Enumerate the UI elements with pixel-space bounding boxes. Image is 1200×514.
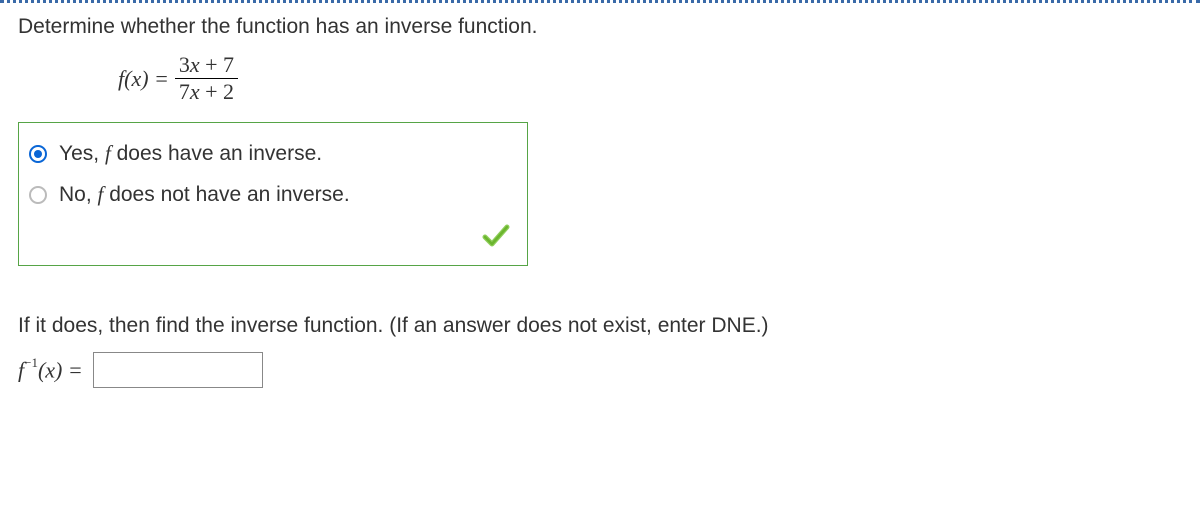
inverse-answer-input[interactable] (93, 352, 263, 388)
formula-fraction: 3x + 7 7x + 2 (175, 53, 238, 104)
checkmark-icon (481, 223, 511, 249)
inverse-answer-row: f−1(x) = (18, 352, 1182, 388)
correct-indicator (29, 223, 511, 255)
multiple-choice-box: Yes, f does have an inverse. No, f does … (18, 122, 528, 266)
inverse-label: f−1(x) = (18, 357, 83, 383)
function-formula: f(x) = 3x + 7 7x + 2 (118, 53, 1182, 104)
option-no-label: No, f does not have an inverse. (59, 182, 350, 207)
option-yes-row[interactable]: Yes, f does have an inverse. (29, 141, 511, 166)
fraction-denominator: 7x + 2 (175, 78, 238, 104)
radio-no[interactable] (29, 186, 47, 204)
part2-prompt: If it does, then find the inverse functi… (18, 314, 1182, 338)
radio-yes[interactable] (29, 145, 47, 163)
question-prompt: Determine whether the function has an in… (18, 15, 1182, 39)
option-yes-label: Yes, f does have an inverse. (59, 141, 322, 166)
question-container: Determine whether the function has an in… (0, 3, 1200, 408)
fraction-numerator: 3x + 7 (175, 53, 238, 78)
option-no-row[interactable]: No, f does not have an inverse. (29, 182, 511, 207)
formula-lhs: f(x) = (118, 66, 169, 92)
